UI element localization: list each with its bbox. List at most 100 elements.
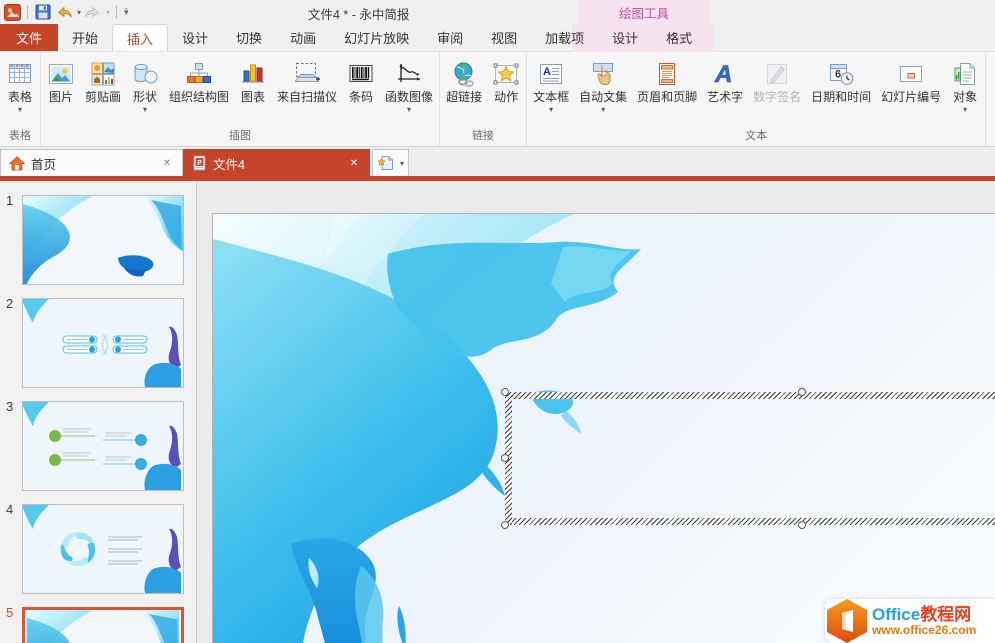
close-tab-icon[interactable] [160, 156, 174, 170]
doc-tab-file4[interactable]: P 文件4 [183, 149, 370, 176]
textbox-icon: A [537, 58, 565, 90]
dropdown-caret [549, 105, 553, 114]
tab-insert[interactable]: 插入 [112, 24, 169, 51]
group-label-table: 表格 [9, 130, 31, 142]
group-label-illustrations: 插图 [229, 130, 252, 142]
shapes-button[interactable]: 形状 [126, 54, 164, 115]
autotext-button[interactable]: 自动文集 [574, 54, 632, 115]
new-tab-dropdown-caret[interactable]: ▾ [400, 159, 404, 168]
ribbon: 表格 表格 图片 剪贴画 [0, 52, 995, 147]
tab-addins[interactable]: 加载项 [531, 24, 598, 51]
shapes-icon [131, 58, 159, 90]
slide-thumbnail-3[interactable]: 3 [6, 399, 184, 491]
scanner-icon [293, 58, 321, 90]
app-icon [3, 3, 21, 21]
document-icon: P [193, 155, 206, 171]
clipart-icon [89, 58, 117, 90]
dropdown-caret [963, 105, 967, 114]
slide-3-preview [23, 402, 183, 490]
object-icon [951, 58, 979, 90]
wordart-button[interactable]: A 艺术字 [702, 54, 748, 115]
resize-handle-top-left[interactable] [501, 388, 509, 396]
formula-button[interactable]: π 公式 [987, 54, 995, 115]
barcode-button[interactable]: 条码 [342, 54, 380, 115]
dropdown-caret [18, 105, 22, 114]
table-button[interactable]: 表格 [1, 54, 39, 115]
slide-thumbnail-2[interactable]: 2 [6, 296, 184, 388]
group-label-symbols: 符号 [987, 126, 995, 146]
slide-number-button[interactable]: 幻灯片编号 [876, 54, 946, 115]
resize-handle-bottom-mid[interactable] [798, 521, 806, 529]
clipart-button[interactable]: 剪贴画 [80, 54, 126, 115]
tab-review[interactable]: 审阅 [423, 24, 477, 51]
tab-home[interactable]: 开始 [58, 24, 112, 51]
orgchart-icon [185, 58, 213, 90]
function-graph-button[interactable]: 函数图像 [380, 54, 438, 115]
tab-view[interactable]: 视图 [477, 24, 531, 51]
tab-animation[interactable]: 动画 [276, 24, 330, 51]
orgchart-button[interactable]: 组织结构图 [164, 54, 234, 115]
tab-slideshow[interactable]: 幻灯片放映 [330, 24, 423, 51]
home-icon [9, 155, 25, 170]
main-content: 1 2 3 4 5 Office教程网 www.office26.com [0, 181, 995, 643]
barcode-icon [347, 58, 375, 90]
textbox-button[interactable]: A 文本框 [528, 54, 574, 115]
title-bar: ▾ ▾ ▾̄ 文件4 * - 永中简报 绘图工具 [0, 0, 995, 24]
context-tool-title: 绘图工具 [618, 6, 669, 21]
ribbon-group-text: A 文本框 自动文集 页眉和页脚 A [527, 52, 987, 146]
object-button[interactable]: 对象 [946, 54, 984, 115]
slide-thumbnail-1[interactable]: 1 [6, 193, 184, 285]
slide-number: 3 [6, 399, 14, 414]
picture-icon [47, 58, 75, 90]
tab-context-design[interactable]: 设计 [598, 24, 652, 51]
from-scanner-button[interactable]: 来自扫描仪 [272, 54, 342, 115]
quick-access-toolbar: ▾ ▾ ▾̄ [3, 3, 129, 21]
watermark-logo-icon [827, 599, 867, 643]
tab-design[interactable]: 设计 [168, 24, 222, 51]
resize-handle-mid-left[interactable] [501, 454, 509, 462]
textbox-border[interactable] [505, 392, 995, 399]
customize-qat-caret[interactable]: ▾̄ [124, 7, 129, 18]
group-label-links: 链接 [472, 130, 495, 142]
qat-separator [116, 5, 118, 19]
svg-text:A: A [714, 61, 732, 88]
selected-textbox[interactable] [501, 388, 995, 529]
hyperlink-button[interactable]: 超链接 [441, 54, 487, 115]
slide-number: 5 [6, 605, 14, 620]
slide-thumbnail-panel[interactable]: 1 2 3 4 5 [0, 181, 197, 643]
dropdown-caret [143, 105, 147, 114]
doc-tab-home[interactable]: 首页 [0, 149, 183, 176]
slide-5-preview [26, 610, 180, 643]
chart-button[interactable]: 图表 [234, 54, 272, 115]
date-time-icon: 6 [827, 58, 855, 90]
save-button[interactable] [34, 3, 52, 21]
function-graph-icon [395, 58, 423, 90]
svg-text:A: A [543, 66, 551, 78]
slide-number: 4 [6, 502, 14, 517]
new-document-icon [377, 156, 393, 170]
chart-icon [239, 58, 267, 90]
action-button[interactable]: 动作 [487, 54, 525, 115]
picture-button[interactable]: 图片 [42, 54, 80, 115]
resize-handle-top-mid[interactable] [798, 388, 806, 396]
close-tab-icon[interactable] [347, 156, 361, 170]
undo-button[interactable] [55, 3, 73, 21]
slide-4-preview [23, 505, 183, 593]
slide-editing-canvas[interactable] [197, 181, 995, 643]
tab-transitions[interactable]: 切换 [222, 24, 276, 51]
resize-handle-bottom-left[interactable] [501, 521, 509, 529]
watermark-url: www.office26.com [872, 622, 977, 637]
header-footer-button[interactable]: 页眉和页脚 [632, 54, 702, 115]
tab-context-format[interactable]: 格式 [652, 24, 706, 51]
ribbon-group-illustrations: 图片 剪贴画 形状 组织结构图 [41, 52, 441, 146]
date-time-button[interactable]: 6 日期和时间 [806, 54, 876, 115]
tab-file[interactable]: 文件 [0, 24, 58, 51]
hyperlink-icon [450, 58, 478, 90]
digital-signature-icon [763, 58, 791, 90]
new-document-tab-button[interactable]: ▾ [372, 149, 410, 176]
slide-thumbnail-5[interactable]: 5 [6, 605, 184, 643]
watermark-brand-red: 教程网 [920, 604, 972, 624]
textbox-border[interactable] [505, 518, 995, 525]
slide-thumbnail-4[interactable]: 4 [6, 502, 184, 594]
undo-dropdown-caret[interactable]: ▾ [77, 8, 81, 17]
